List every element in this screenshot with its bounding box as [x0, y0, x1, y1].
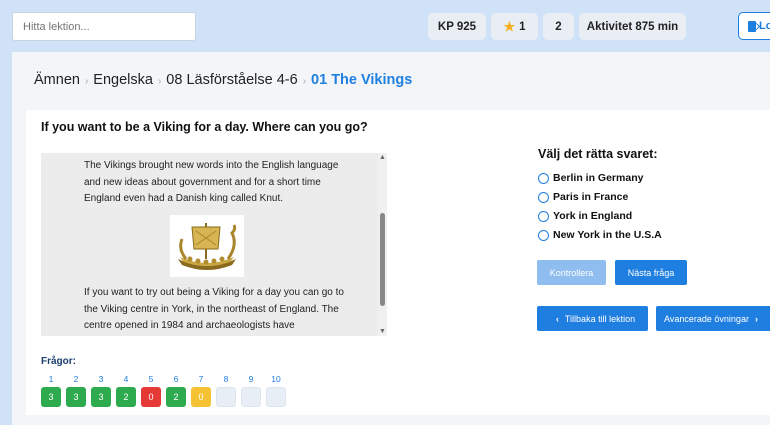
reading-scrollbar[interactable]: ▲ ▼	[378, 153, 387, 336]
breadcrumb: Ämnen › Engelska › 08 Läsförståelse 4-6 › 01 T…	[34, 72, 412, 88]
main-content: Ämnen › Engelska › 08 Läsförståelse 4-6 › 01 T…	[12, 52, 770, 425]
breadcrumb-item-subjects[interactable]: Ämnen	[34, 72, 80, 88]
question-number: 6	[173, 374, 179, 384]
question-score-box[interactable]: 3	[41, 387, 61, 407]
answers-title: Välj det rätta svaret:	[538, 147, 658, 161]
question-number: 3	[98, 374, 104, 384]
question-score-box[interactable]: 2	[116, 387, 136, 407]
scroll-down-icon[interactable]: ▼	[378, 327, 387, 336]
reading-paragraph-2: If you want to try out being a Viking fo…	[84, 287, 344, 331]
question-number: 5	[148, 374, 154, 384]
scroll-thumb[interactable]	[380, 213, 385, 306]
chevron-right-icon: ›	[84, 76, 89, 87]
question-number: 2	[73, 374, 79, 384]
logout-button[interactable]: Lo	[738, 12, 770, 40]
question-number: 1	[48, 374, 54, 384]
viking-ship-image	[170, 215, 244, 277]
answer-option-1[interactable]: Berlin in Germany	[538, 172, 643, 184]
radio-icon[interactable]	[538, 172, 549, 184]
question-number: 7	[198, 374, 204, 384]
breadcrumb-item-current: 01 The Vikings	[311, 72, 413, 88]
next-question-button[interactable]: Nästa fråga	[615, 260, 687, 285]
chevron-right-icon: ›	[302, 76, 307, 87]
activity-badge: Aktivitet 875 min	[579, 13, 686, 40]
chevron-left-icon: ‹	[555, 313, 559, 324]
radio-icon[interactable]	[538, 210, 549, 222]
level-badge: 2	[543, 13, 574, 40]
reading-paragraph-1: The Vikings brought new words into the E…	[84, 160, 339, 204]
chevron-right-icon: ›	[157, 76, 162, 87]
kp-badge: KP 925	[428, 13, 486, 40]
answer-option-4[interactable]: New York in the U.S.A	[538, 229, 662, 241]
question-number: 8	[223, 374, 229, 384]
question-score-box[interactable]	[216, 387, 236, 407]
star-icon: ★	[503, 18, 516, 34]
level-count: 2	[555, 20, 562, 33]
answer-label: Paris in France	[553, 191, 629, 203]
question-score-box[interactable]: 3	[91, 387, 111, 407]
answer-label: York in England	[553, 210, 633, 222]
logout-icon	[748, 20, 756, 32]
question-number: 4	[123, 374, 129, 384]
check-button[interactable]: Kontrollera	[537, 260, 606, 285]
kp-text: KP 925	[437, 20, 477, 33]
stars-badge: ★ 1	[491, 13, 538, 40]
breadcrumb-item-english[interactable]: Engelska	[93, 72, 153, 88]
chevron-right-icon: ›	[754, 313, 758, 324]
answer-option-3[interactable]: York in England	[538, 210, 632, 222]
reading-panel[interactable]: The Vikings brought new words into the E…	[41, 153, 387, 336]
question-score-box[interactable]: 0	[191, 387, 211, 407]
next-button-label: Nästa fråga	[627, 267, 675, 278]
question-score-box[interactable]	[266, 387, 286, 407]
question-number: 10	[271, 374, 281, 384]
advanced-exercises-button[interactable]: Avancerade övningar ›	[656, 306, 770, 331]
radio-icon[interactable]	[538, 229, 549, 241]
answer-label: Berlin in Germany	[553, 172, 644, 184]
answer-label: New York in the U.S.A	[553, 229, 662, 241]
radio-icon[interactable]	[538, 191, 549, 203]
exercise-card: If you want to be a Viking for a day. Wh…	[26, 110, 770, 415]
back-to-lesson-button[interactable]: ‹ Tillbaka till lektion	[537, 306, 648, 331]
question-score-box[interactable]: 0	[141, 387, 161, 407]
top-bar: KP 925 ★ 1 2 Aktivitet 875 min Lo	[0, 0, 770, 52]
questions-label: Frågor:	[41, 356, 76, 367]
scroll-up-icon[interactable]: ▲	[378, 153, 387, 162]
question-number: 9	[248, 374, 254, 384]
logout-label: Lo	[759, 20, 770, 32]
check-button-label: Kontrollera	[549, 267, 594, 278]
question-score-box[interactable]: 2	[166, 387, 186, 407]
question-score-box[interactable]: 3	[66, 387, 86, 407]
back-button-label: Tillbaka till lektion	[564, 313, 636, 324]
breadcrumb-item-reading[interactable]: 08 Läsförståelse 4-6	[166, 72, 297, 88]
advanced-button-label: Avancerade övningar	[664, 313, 749, 324]
question-text: If you want to be a Viking for a day. Wh…	[41, 120, 368, 134]
search-input[interactable]	[12, 12, 196, 41]
stars-count: 1	[519, 20, 526, 33]
activity-text: Aktivitet 875 min	[586, 20, 679, 33]
answer-option-2[interactable]: Paris in France	[538, 191, 628, 203]
question-score-box[interactable]	[241, 387, 261, 407]
